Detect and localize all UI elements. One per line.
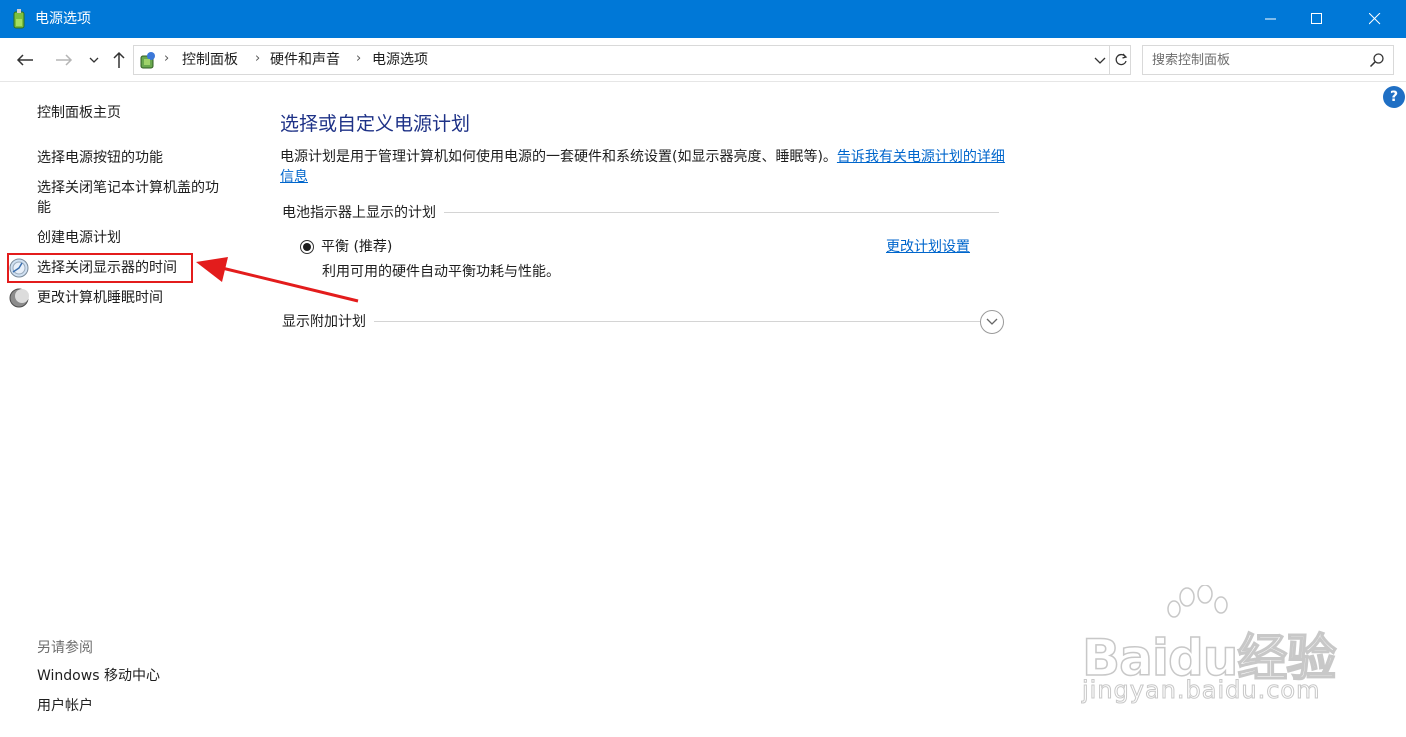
refresh-button[interactable] [1109, 46, 1131, 74]
close-button[interactable] [1352, 0, 1398, 38]
minimize-icon [1265, 18, 1276, 20]
search-icon[interactable] [1369, 52, 1385, 68]
minimize-button[interactable] [1248, 0, 1294, 38]
watermark-paw-icon [1167, 585, 1228, 618]
maximize-button[interactable] [1294, 0, 1340, 38]
annotation-arrow [196, 257, 359, 303]
expand-additional-plans-button[interactable] [980, 310, 1004, 334]
group-divider [282, 321, 980, 322]
see-also-title: 另请参阅 [37, 640, 93, 656]
watermark-url: jingyan.baidu.com [1081, 676, 1321, 705]
change-plan-settings-link[interactable]: 更改计划设置 [886, 237, 970, 257]
search-box[interactable] [1142, 45, 1394, 75]
help-button[interactable]: ? [1383, 86, 1405, 108]
address-dropdown-icon[interactable] [1091, 51, 1109, 69]
user-accounts-link[interactable]: 用户帐户 [37, 696, 93, 716]
search-input[interactable] [1143, 46, 1363, 74]
chevron-down-icon [986, 318, 998, 325]
windows-mobility-center-link[interactable]: Windows 移动中心 [37, 666, 160, 686]
help-icon: ? [1389, 89, 1399, 105]
close-icon [1369, 13, 1381, 25]
maximize-icon [1311, 13, 1322, 24]
refresh-icon [1115, 53, 1127, 66]
